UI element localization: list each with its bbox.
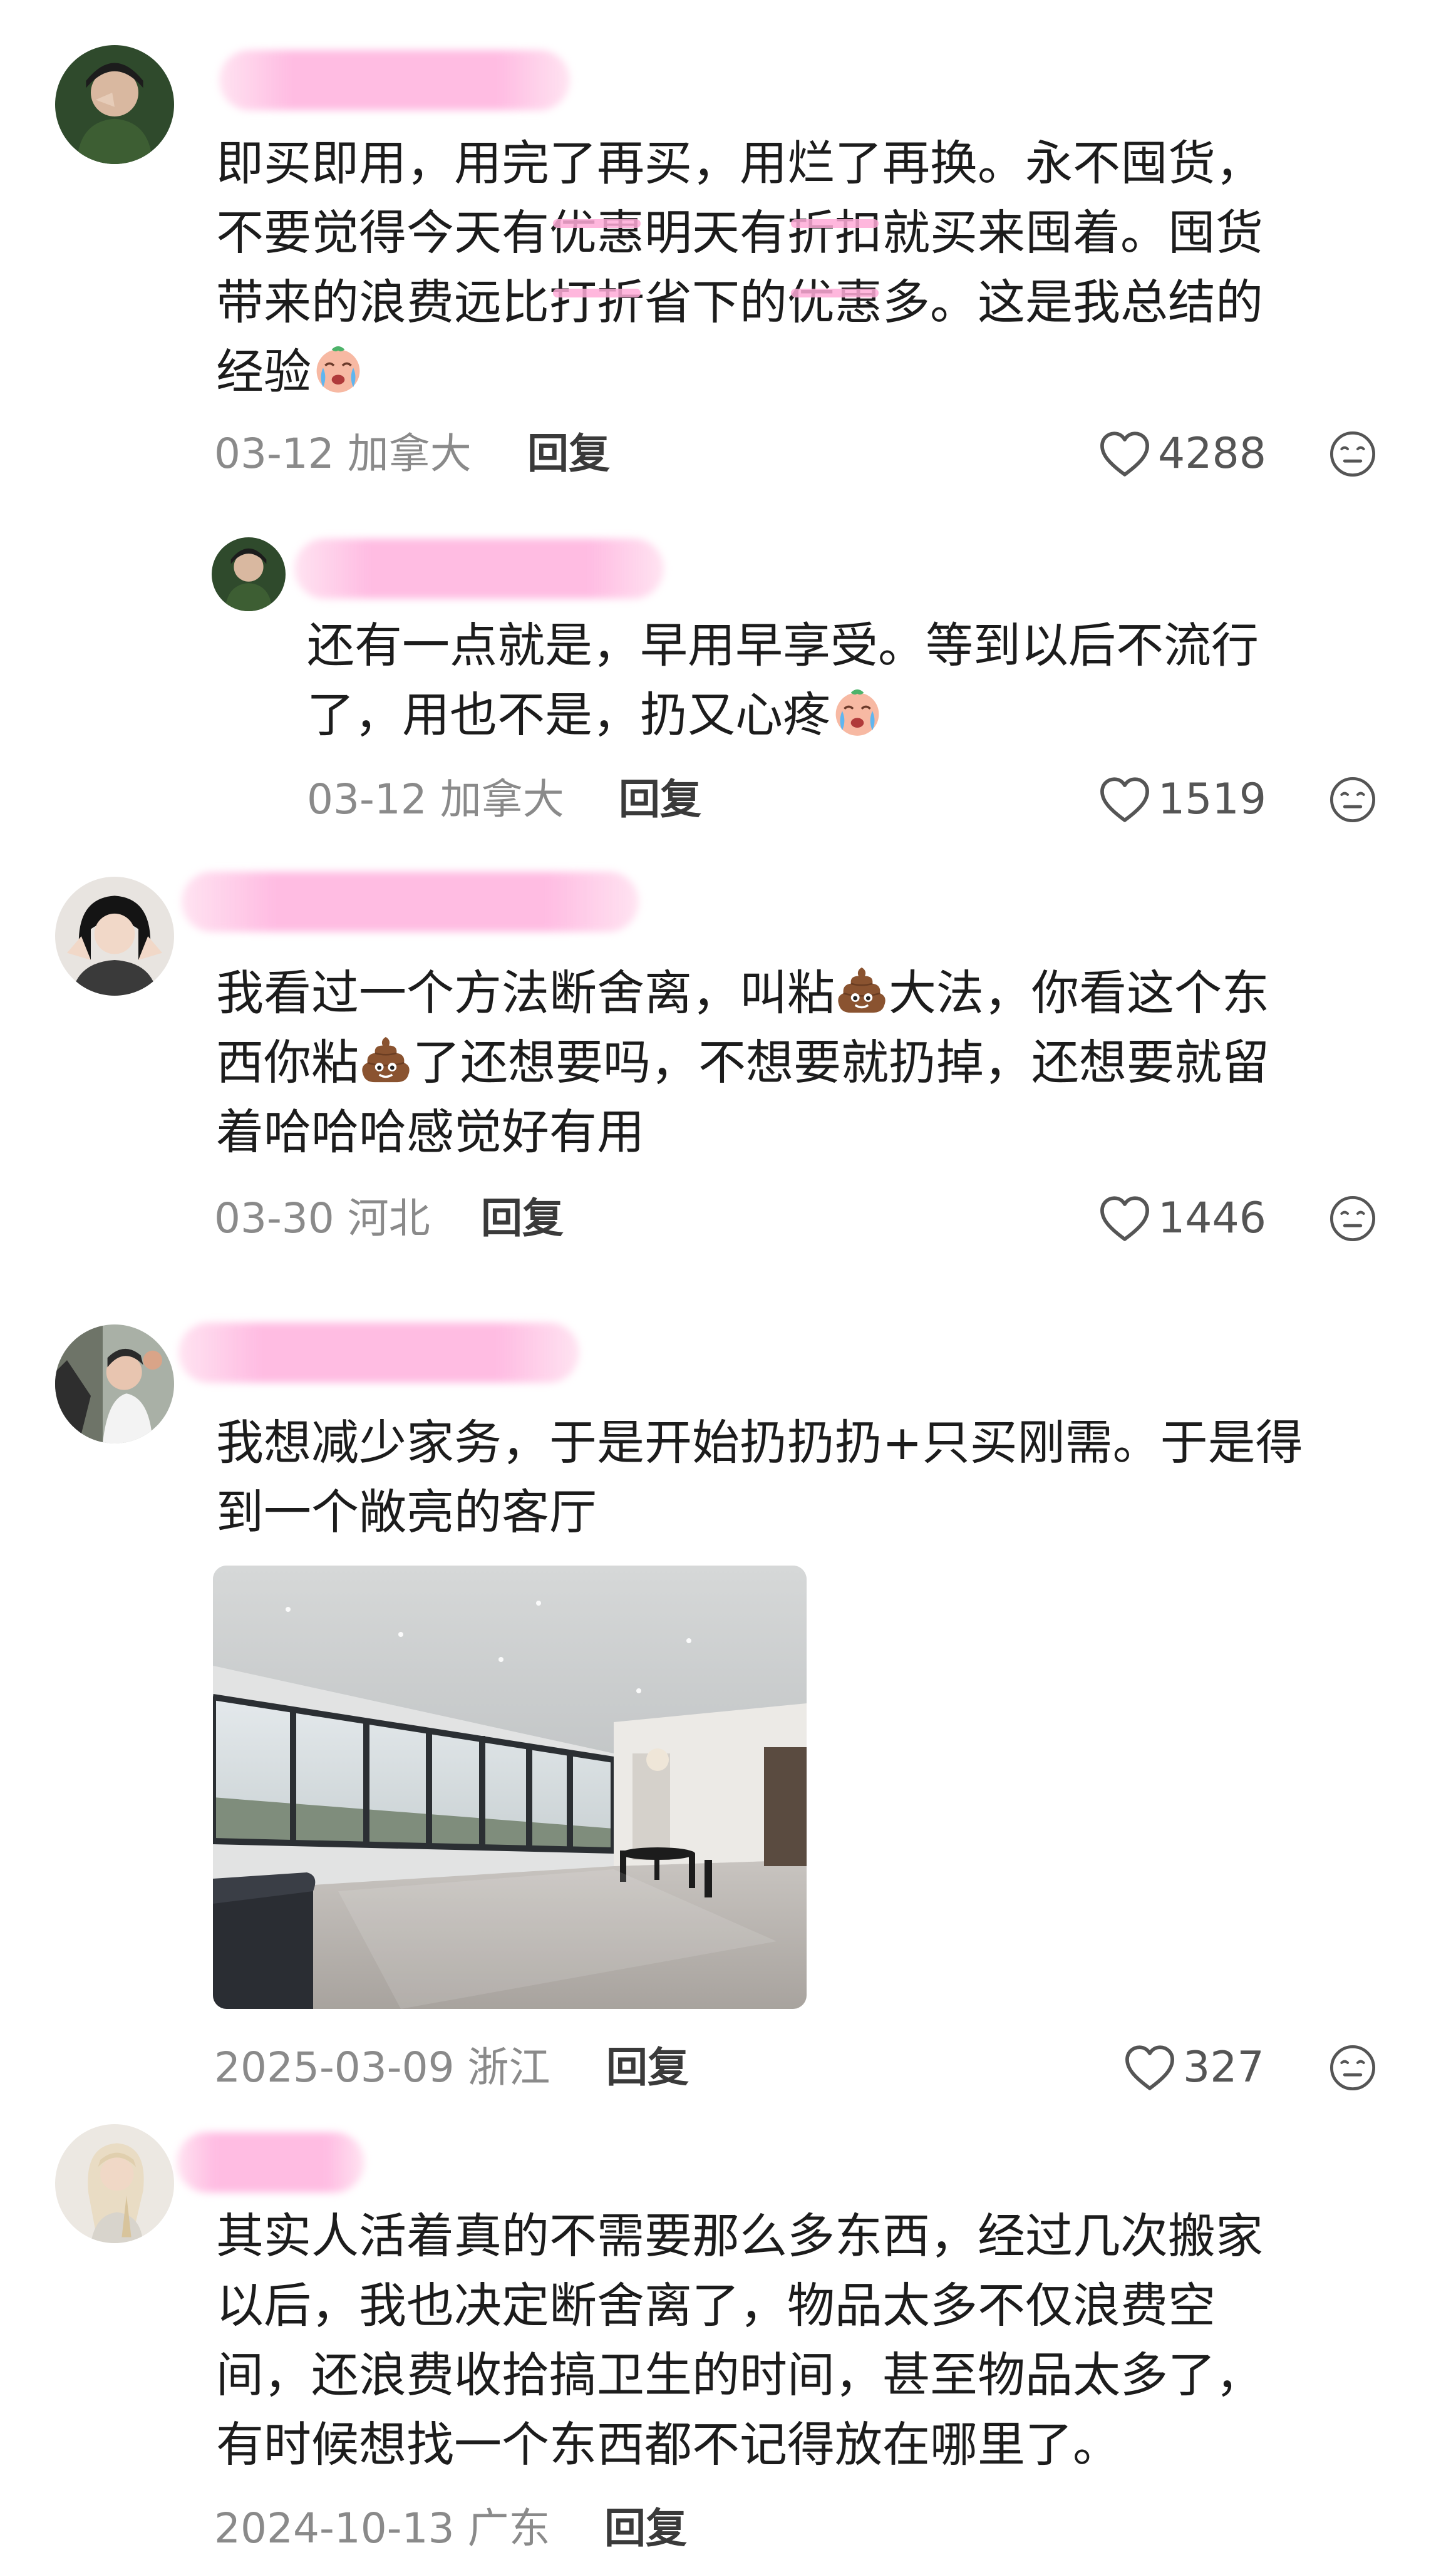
username-redacted[interactable] xyxy=(182,872,639,932)
heart-outline-icon xyxy=(1099,1195,1150,1242)
text-line: 西你粘 了还想要吗，不想要就扔掉，还想要就留 xyxy=(216,1028,1269,1097)
like-button[interactable]: 4288 xyxy=(1099,429,1266,479)
comment-meta: 2024-10-13 广东 xyxy=(214,2504,550,2554)
text-segment: 我看过一个方法断舍离，叫粘 xyxy=(216,965,835,1021)
avatar[interactable] xyxy=(55,2124,174,2243)
avatar[interactable] xyxy=(55,877,174,996)
reply-button[interactable]: 回复 xyxy=(481,1194,564,1244)
redacted-word: 优惠 xyxy=(787,267,882,337)
text-segment: 大法，你看这个东 xyxy=(889,965,1269,1021)
text-segment: 即买即用，用完了再买，用烂了再换。永不囤货， xyxy=(216,135,1263,191)
text-segment: 了还想要吗，不想要就扔掉，还想要就留 xyxy=(413,1035,1269,1090)
comment-date: 2024-10-13 xyxy=(214,2504,455,2552)
text-line: 其实人活着真的不需要那么多东西，经过几次搬家 xyxy=(216,2201,1263,2271)
comment-text: 我看过一个方法断舍离，叫粘 大法，你看这个东 西你粘 了还想要吗，不想要就扔掉，还想要… xyxy=(216,958,1269,1167)
avatar[interactable] xyxy=(55,45,174,164)
like-button[interactable]: 1446 xyxy=(1099,1194,1266,1244)
redacted-word: 折扣 xyxy=(787,198,882,267)
redacted-word: 打折 xyxy=(549,267,644,337)
redacted-word: 优惠 xyxy=(549,198,644,267)
text-line: 了，用也不是，扔又心疼 xyxy=(307,680,1259,750)
comment-text: 即买即用，用完了再买，用烂了再换。永不囤货， 不要觉得今天有优惠明天有折扣就买来囤… xyxy=(216,128,1263,406)
text-segment: 间，还浪费收拾搞卫生的时间，甚至物品太多了， xyxy=(216,2347,1263,2403)
text-segment: 省下的 xyxy=(644,274,787,330)
text-segment: 明天有 xyxy=(644,205,787,261)
username-redacted[interactable] xyxy=(178,1323,579,1383)
text-line: 即买即用，用完了再买，用烂了再换。永不囤货， xyxy=(216,128,1263,198)
comment-location: 加拿大 xyxy=(347,430,472,478)
text-segment: 带来的浪费远比 xyxy=(216,274,549,330)
text-segment: 我想减少家务，于是开始扔扔扔+只买刚需。于是得 xyxy=(216,1415,1303,1470)
poop-emoji xyxy=(359,1033,413,1087)
meh-face-icon[interactable] xyxy=(1328,2043,1378,2093)
like-button[interactable]: 327 xyxy=(1124,2043,1264,2093)
text-segment: 以后，我也决定断舍离了，物品太多不仅浪费空 xyxy=(216,2278,1216,2333)
username-redacted[interactable] xyxy=(219,50,570,110)
text-line: 带来的浪费远比打折省下的优惠多。这是我总结的 xyxy=(216,267,1263,337)
text-segment: 其实人活着真的不需要那么多东西，经过几次搬家 xyxy=(216,2208,1263,2264)
text-line: 我想减少家务，于是开始扔扔扔+只买刚需。于是得 xyxy=(216,1408,1303,1477)
crying-emoji xyxy=(830,685,884,739)
text-line: 间，还浪费收拾搞卫生的时间，甚至物品太多了， xyxy=(216,2340,1263,2410)
username-redacted[interactable] xyxy=(177,2132,364,2192)
comment-location: 河北 xyxy=(347,1194,430,1242)
text-segment: 就买来囤着。囤货 xyxy=(882,205,1263,261)
heart-outline-icon xyxy=(1124,2044,1175,2092)
comment-location: 广东 xyxy=(467,2504,550,2552)
reply-button[interactable]: 回复 xyxy=(604,2504,687,2554)
text-segment: 有时候想找一个东西都不记得放在哪里了。 xyxy=(216,2417,1120,2472)
heart-outline-icon xyxy=(1099,776,1150,823)
comment-meta: 2025-03-09 浙江 xyxy=(214,2043,550,2093)
text-segment: 着哈哈哈感觉好有用 xyxy=(216,1104,644,1160)
comment-text: 其实人活着真的不需要那么多东西，经过几次搬家 以后，我也决定断舍离了，物品太多不仅… xyxy=(216,2201,1263,2479)
avatar[interactable] xyxy=(55,1324,174,1443)
username-redacted[interactable] xyxy=(294,539,664,599)
text-segment: 还有一点就是，早用早享受。等到以后不流行 xyxy=(307,617,1259,673)
reply-button[interactable]: 回复 xyxy=(606,2043,689,2093)
like-count: 327 xyxy=(1183,2043,1264,2092)
like-button[interactable]: 1519 xyxy=(1099,775,1266,825)
text-line: 以后，我也决定断舍离了，物品太多不仅浪费空 xyxy=(216,2271,1263,2340)
comment-date: 03-12 xyxy=(307,775,427,823)
meh-face-icon[interactable] xyxy=(1328,775,1378,825)
comment-date: 03-30 xyxy=(214,1194,334,1242)
meh-face-icon[interactable] xyxy=(1328,1194,1378,1244)
text-segment: 西你粘 xyxy=(216,1035,359,1090)
comment-date: 2025-03-09 xyxy=(214,2043,455,2092)
text-segment: 经验 xyxy=(216,344,311,400)
crying-emoji xyxy=(311,342,365,396)
text-segment: 多。这是我总结的 xyxy=(882,274,1263,330)
comment-meta: 03-30 河北 xyxy=(214,1194,430,1244)
text-line: 还有一点就是，早用早享受。等到以后不流行 xyxy=(307,611,1259,680)
comment-location: 加拿大 xyxy=(440,775,564,823)
text-segment: 不要觉得今天有 xyxy=(216,205,549,261)
comment-location: 浙江 xyxy=(467,2043,550,2092)
text-segment: 到一个敞亮的客厅 xyxy=(216,1484,597,1540)
text-line: 不要觉得今天有优惠明天有折扣就买来囤着。囤货 xyxy=(216,198,1263,267)
avatar[interactable] xyxy=(212,537,286,611)
text-line: 到一个敞亮的客厅 xyxy=(216,1477,1303,1547)
reply-text: 还有一点就是，早用早享受。等到以后不流行 了，用也不是，扔又心疼 xyxy=(307,611,1259,750)
comment-date: 03-12 xyxy=(214,430,334,478)
meh-face-icon[interactable] xyxy=(1328,429,1378,479)
like-count: 1446 xyxy=(1158,1194,1267,1243)
reply-button[interactable]: 回复 xyxy=(619,775,701,825)
text-line: 有时候想找一个东西都不记得放在哪里了。 xyxy=(216,2410,1263,2479)
reply-button[interactable]: 回复 xyxy=(527,429,610,479)
like-count: 4288 xyxy=(1158,429,1267,478)
heart-outline-icon xyxy=(1099,430,1150,478)
text-line: 我看过一个方法断舍离，叫粘 大法，你看这个东 xyxy=(216,958,1269,1028)
like-count: 1519 xyxy=(1158,775,1267,824)
poop-emoji xyxy=(835,963,889,1017)
comment-meta: 03-12 加拿大 xyxy=(214,429,472,479)
text-segment: 了，用也不是，扔又心疼 xyxy=(307,687,830,743)
empty-living-room-photo[interactable] xyxy=(213,1566,807,2009)
text-line: 经验 xyxy=(216,337,1263,406)
comment-meta: 03-12 加拿大 xyxy=(307,775,564,825)
comment-text: 我想减少家务，于是开始扔扔扔+只买刚需。于是得 到一个敞亮的客厅 xyxy=(216,1408,1303,1547)
text-line: 着哈哈哈感觉好有用 xyxy=(216,1097,1269,1167)
